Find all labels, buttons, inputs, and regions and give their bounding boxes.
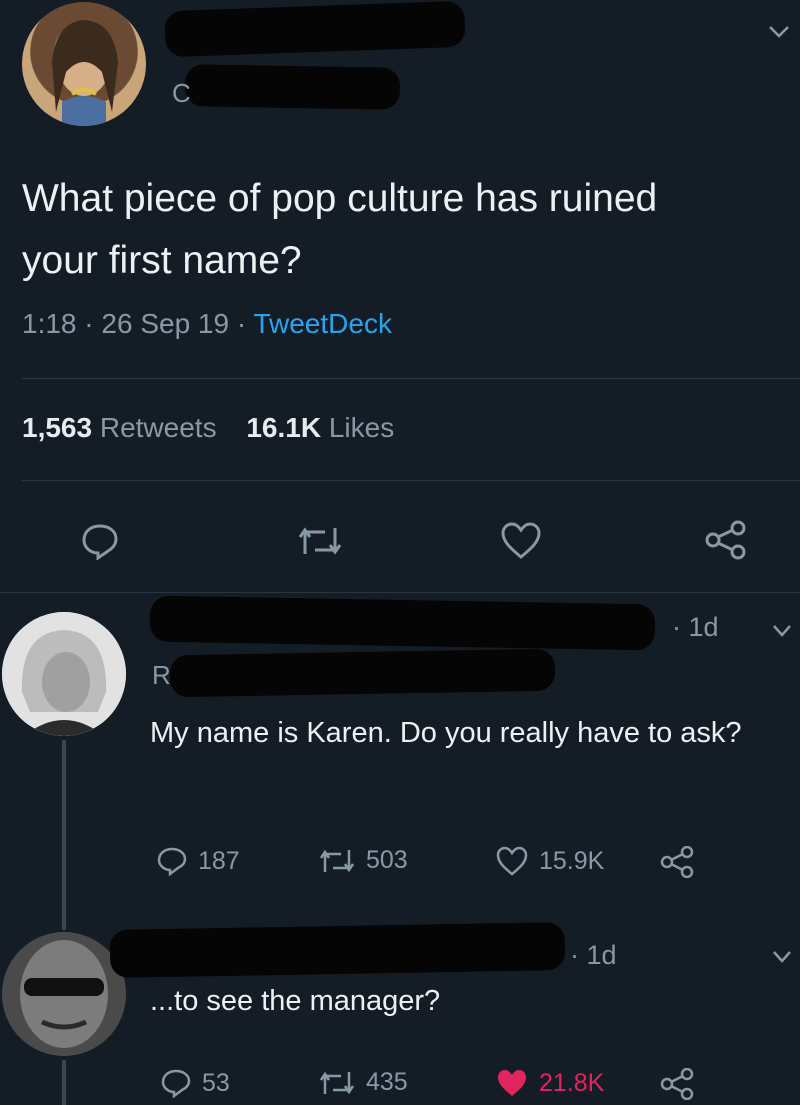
reply2-time-ago: 1d xyxy=(586,940,617,970)
retweets-count: 1,563 xyxy=(22,412,93,443)
reply2-text: ...to see the manager? xyxy=(150,985,441,1017)
redacted-reply-to xyxy=(169,648,556,698)
reply-icon xyxy=(161,1069,191,1098)
redacted-display-name xyxy=(109,922,566,978)
reply1-retweet-count[interactable]: 503 xyxy=(318,846,408,875)
reply2-reply-count[interactable]: 53 xyxy=(160,1068,230,1098)
divider xyxy=(22,480,800,481)
reply1-timestamp: · 1d xyxy=(672,612,719,642)
separator-dot: · xyxy=(84,308,94,339)
tweet-timestamp: 1:18 · 26 Sep 19 · TweetDeck xyxy=(22,308,392,340)
reply1-reply-count[interactable]: 187 xyxy=(156,846,240,876)
reply1-like-count[interactable]: 15.9K xyxy=(495,846,604,876)
avatar-figure xyxy=(52,20,118,126)
likes-label: Likes xyxy=(328,412,395,443)
thread-line xyxy=(62,740,66,930)
reply1-text: My name is Karen. Do you really have to … xyxy=(150,717,742,749)
reply1-avatar[interactable] xyxy=(2,612,126,736)
thread-line xyxy=(62,1060,66,1105)
chevron-down-icon[interactable] xyxy=(772,950,792,964)
retweet-icon xyxy=(319,1071,355,1094)
likes-count: 16.1K xyxy=(246,412,322,443)
divider xyxy=(22,378,800,379)
retweets-label: Retweets xyxy=(99,412,217,443)
tweet-source-link[interactable]: TweetDeck xyxy=(253,308,392,339)
reply2-like-count[interactable]: 21.8K xyxy=(495,1068,604,1098)
tweet-text: What piece of pop culture has ruined you… xyxy=(22,177,658,282)
tweet-stats: 1,563 Retweets 16.1K Likes xyxy=(22,412,394,444)
separator-dot: · xyxy=(236,308,247,339)
redacted-handle xyxy=(184,64,401,110)
divider xyxy=(0,592,800,593)
tweet-time: 1:18 xyxy=(22,308,77,339)
chevron-down-icon[interactable] xyxy=(772,624,792,638)
reply2-retweet-count[interactable]: 435 xyxy=(318,1068,408,1097)
retweet-icon[interactable] xyxy=(297,524,343,558)
reply2-avatar[interactable] xyxy=(2,932,126,1056)
reply2-timestamp: · 1d xyxy=(570,940,617,970)
share-icon[interactable] xyxy=(704,520,750,560)
reply-to-fragment: R xyxy=(152,660,171,690)
redacted-display-name xyxy=(149,595,656,651)
avatar-figure xyxy=(2,612,126,736)
share-icon[interactable] xyxy=(660,1068,696,1100)
reply-icon[interactable] xyxy=(80,522,120,560)
author-avatar[interactable] xyxy=(22,2,146,126)
redacted-display-name xyxy=(164,0,466,58)
liked-heart-icon xyxy=(498,1070,526,1096)
handle-fragment: C xyxy=(172,78,191,108)
like-heart-icon xyxy=(496,846,528,876)
like-heart-icon[interactable] xyxy=(500,522,542,560)
retweets-stat[interactable]: 1,563 Retweets xyxy=(22,412,224,443)
retweet-icon xyxy=(319,849,355,872)
reply1-time-ago: 1d xyxy=(688,612,719,642)
avatar-figure xyxy=(2,932,126,1056)
share-icon[interactable] xyxy=(660,846,696,878)
chevron-down-icon[interactable] xyxy=(768,24,790,40)
reply-icon xyxy=(157,847,187,876)
likes-stat[interactable]: 16.1K Likes xyxy=(246,412,394,443)
tweet-date: 26 Sep 19 xyxy=(101,308,230,339)
